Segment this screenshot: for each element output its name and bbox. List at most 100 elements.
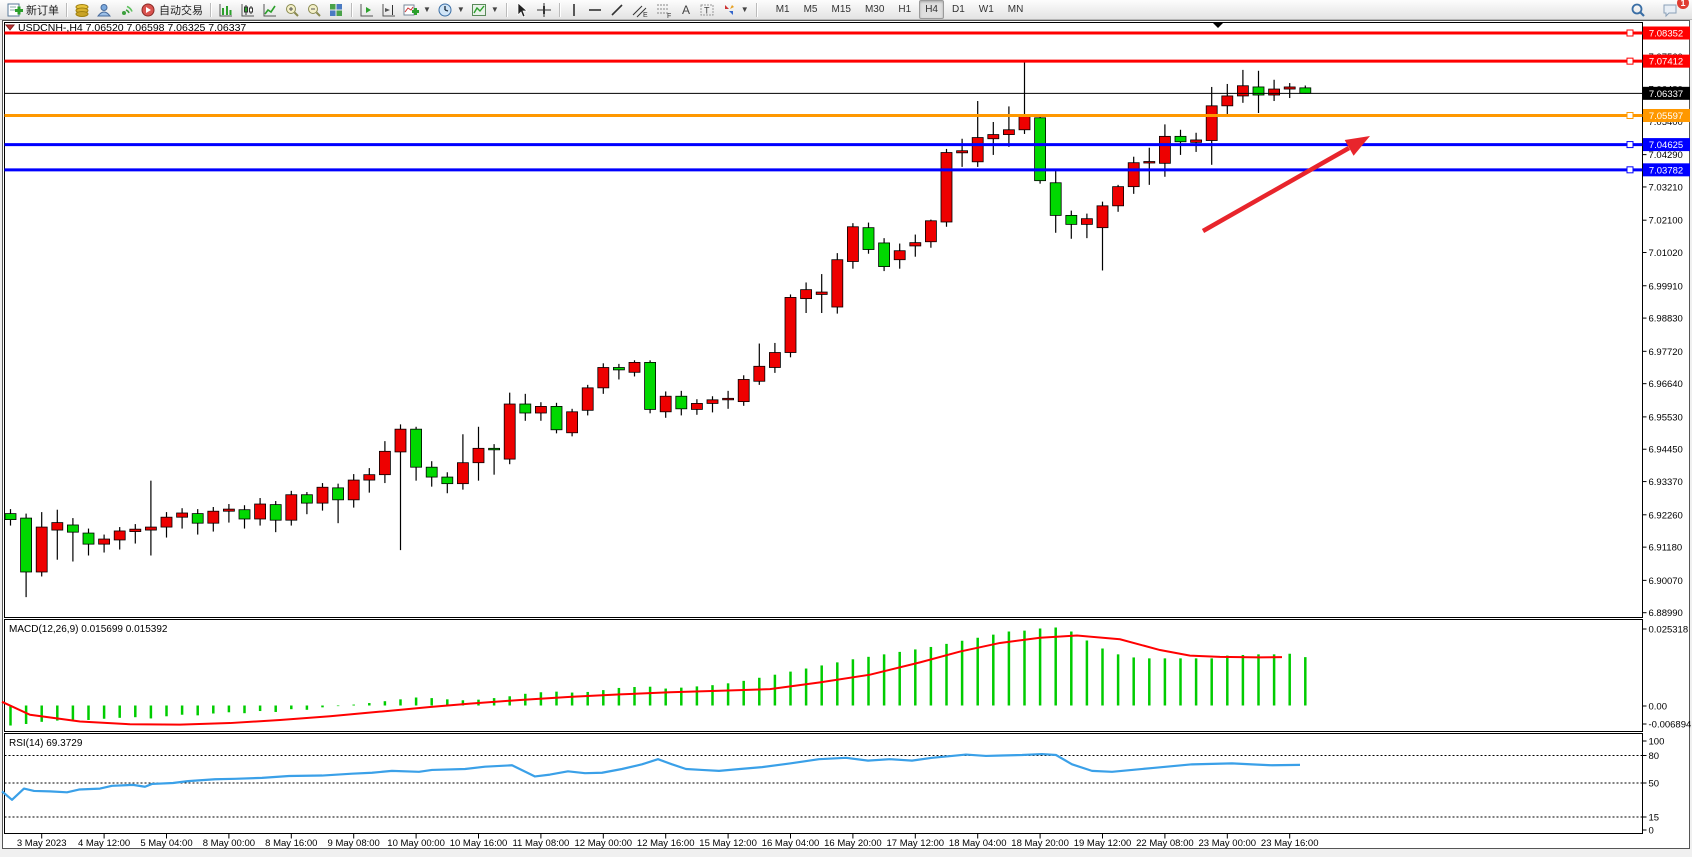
timeframe-button-m5[interactable]: M5 <box>798 0 824 19</box>
autotrading-icon <box>140 2 156 18</box>
zoom-out-button[interactable] <box>303 1 325 19</box>
search-button[interactable] <box>1627 1 1649 19</box>
text-tool-button[interactable]: A <box>676 1 696 19</box>
chevron-down-icon: ▼ <box>423 5 431 14</box>
new-order-icon <box>7 2 23 18</box>
chart-shift-button[interactable] <box>378 1 400 19</box>
indicators-icon <box>403 2 419 18</box>
svg-text:6.96640: 6.96640 <box>1649 379 1683 390</box>
svg-text:15 May 12:00: 15 May 12:00 <box>699 838 757 849</box>
chart-title: USDCNH-,H4 7.06520 7.06598 7.06325 7.063… <box>6 22 246 34</box>
label-tool-button[interactable]: T <box>696 1 718 19</box>
timeframe-button-d1[interactable]: D1 <box>946 0 971 19</box>
notifications-button[interactable]: 1 <box>1659 1 1682 19</box>
svg-text:17 May 12:00: 17 May 12:00 <box>887 838 945 849</box>
svg-text:18 May 04:00: 18 May 04:00 <box>949 838 1007 849</box>
bar-chart-button[interactable] <box>215 1 237 19</box>
chevron-down-icon: ▼ <box>491 5 499 14</box>
zoom-in-icon <box>284 2 300 18</box>
new-order-label: 新订单 <box>26 2 59 18</box>
separator <box>210 3 211 17</box>
svg-text:12 May 16:00: 12 May 16:00 <box>637 838 695 849</box>
svg-text:50: 50 <box>1649 779 1660 790</box>
line-chart-button[interactable] <box>259 1 281 19</box>
svg-text:5 May 04:00: 5 May 04:00 <box>140 838 192 849</box>
text-label-icon: T <box>699 2 715 18</box>
timeframe-button-m30[interactable]: M30 <box>859 0 890 19</box>
autotrading-button[interactable]: 自动交易 <box>137 1 206 19</box>
mt4-terminal: { "toolbar": { "new_order_label": "新订单",… <box>0 0 1692 857</box>
channel-tool-button[interactable]: E <box>628 1 652 19</box>
svg-text:7.07412: 7.07412 <box>1649 57 1683 68</box>
svg-text:7.04290: 7.04290 <box>1649 150 1683 161</box>
timeframe-button-m15[interactable]: M15 <box>826 0 857 19</box>
fibonacci-tool-button[interactable]: F <box>652 1 676 19</box>
line-chart-icon <box>262 2 278 18</box>
cursor-tool-button[interactable] <box>511 1 533 19</box>
macd-label: MACD(12,26,9) 0.015699 0.015392 <box>9 624 168 635</box>
arrows-icon <box>721 2 737 18</box>
autoscroll-button[interactable] <box>356 1 378 19</box>
bar-chart-icon <box>218 2 234 18</box>
svg-text:-0.006894: -0.006894 <box>1649 720 1692 731</box>
trendline-tool-button[interactable] <box>606 1 628 19</box>
candlestick-chart-button[interactable] <box>237 1 259 19</box>
tile-windows-button[interactable] <box>325 1 347 19</box>
templates-button[interactable]: ▼ <box>468 1 502 19</box>
separator <box>506 3 507 17</box>
new-order-button[interactable]: 新订单 <box>4 1 62 19</box>
cursor-icon <box>514 2 530 18</box>
signals-icon <box>118 2 134 18</box>
community-button[interactable] <box>93 1 115 19</box>
text-icon: A <box>679 2 693 18</box>
toolbar-right-icons: 1 <box>1627 1 1692 19</box>
symbol-title: USDCNH-,H4 7.06520 7.06598 7.06325 7.063… <box>18 22 246 34</box>
svg-text:100: 100 <box>1649 737 1665 748</box>
horizontal-line-icon <box>587 2 603 18</box>
equidistant-channel-icon: E <box>631 2 649 18</box>
timeframe-group: M1M5M15M30H1H4D1W1MN <box>769 0 1031 19</box>
timeframe-button-h4[interactable]: H4 <box>919 0 944 19</box>
toolbar: 新订单 自动交易 ▼ ▼ <box>0 0 1692 20</box>
history-icon <box>74 2 90 18</box>
arrows-tool-button[interactable]: ▼ <box>718 1 752 19</box>
timeframe-button-mn[interactable]: MN <box>1002 0 1030 19</box>
signals-button[interactable] <box>115 1 137 19</box>
timeframe-button-h1[interactable]: H1 <box>892 0 917 19</box>
svg-text:6.98830: 6.98830 <box>1649 314 1683 325</box>
svg-text:19 May 12:00: 19 May 12:00 <box>1074 838 1132 849</box>
chevron-down-icon: ▼ <box>457 5 465 14</box>
rsi-label: RSI(14) 69.3729 <box>9 738 83 749</box>
separator <box>559 3 560 17</box>
svg-text:6.99910: 6.99910 <box>1649 281 1683 292</box>
trendline-icon <box>609 2 625 18</box>
zoom-in-button[interactable] <box>281 1 303 19</box>
svg-text:7.01020: 7.01020 <box>1649 248 1683 259</box>
vertical-line-tool-button[interactable] <box>564 1 584 19</box>
svg-text:6.97720: 6.97720 <box>1649 347 1683 358</box>
horizontal-line-tool-button[interactable] <box>584 1 606 19</box>
svg-text:6.94450: 6.94450 <box>1649 445 1683 456</box>
svg-text:7.08352: 7.08352 <box>1649 29 1683 40</box>
timeframe-button-w1[interactable]: W1 <box>973 0 1000 19</box>
svg-text:6.92260: 6.92260 <box>1649 510 1683 521</box>
svg-text:6.95530: 6.95530 <box>1649 412 1683 423</box>
indicators-button[interactable]: ▼ <box>400 1 434 19</box>
notification-badge: 1 <box>1677 0 1689 9</box>
fibonacci-icon: F <box>655 2 673 18</box>
periods-button[interactable]: ▼ <box>434 1 468 19</box>
timeframe-button-m1[interactable]: M1 <box>770 0 796 19</box>
svg-text:10 May 00:00: 10 May 00:00 <box>387 838 445 849</box>
separator <box>756 3 757 17</box>
svg-text:A: A <box>682 3 690 17</box>
chart-area[interactable]: 7.075607.064807.054007.042907.032107.021… <box>0 0 1692 857</box>
svg-text:23 May 16:00: 23 May 16:00 <box>1261 838 1319 849</box>
crosshair-tool-button[interactable] <box>533 1 555 19</box>
svg-text:11 May 08:00: 11 May 08:00 <box>512 838 569 849</box>
svg-text:7.03782: 7.03782 <box>1649 165 1683 176</box>
svg-text:F: F <box>667 13 671 18</box>
svg-text:7.05597: 7.05597 <box>1649 111 1683 122</box>
svg-text:6.91180: 6.91180 <box>1649 543 1683 554</box>
svg-text:16 May 20:00: 16 May 20:00 <box>824 838 882 849</box>
history-center-button[interactable] <box>71 1 93 19</box>
